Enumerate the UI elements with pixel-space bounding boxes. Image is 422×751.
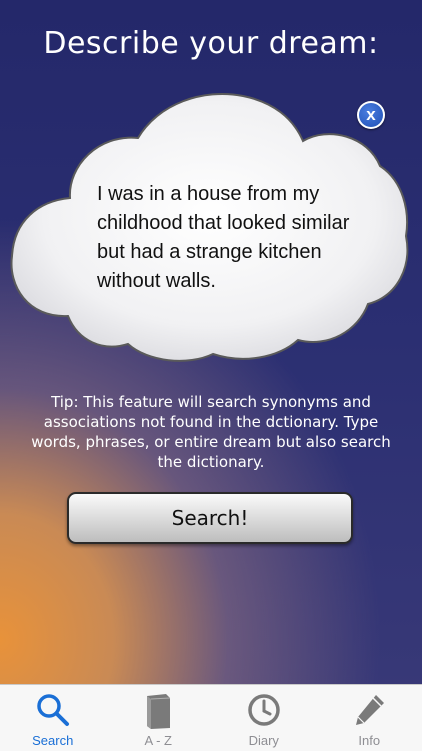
tab-a-z[interactable]: A - Z [106,685,212,751]
book-icon [140,692,176,730]
tab-label: Diary [211,733,317,748]
clock-icon [246,692,282,728]
tab-diary[interactable]: Diary [211,685,317,751]
dream-text[interactable]: I was in a house from my childhood that … [97,180,367,296]
tab-label: Search [0,733,106,748]
tab-info[interactable]: Info [317,685,422,751]
pencil-icon [351,692,387,728]
page-title: Describe your dream: [0,26,422,61]
tab-search[interactable]: Search [0,685,106,751]
close-icon: x [359,103,383,127]
tab-label: Info [317,733,422,748]
tip-text: Tip: This feature will search synonyms a… [30,392,392,472]
tab-bar: Search A - Z Diary Info [0,684,422,751]
tab-label: A - Z [106,733,212,748]
search-icon [35,692,71,728]
search-button[interactable]: Search! [67,492,353,544]
clear-button[interactable]: x [357,101,385,129]
